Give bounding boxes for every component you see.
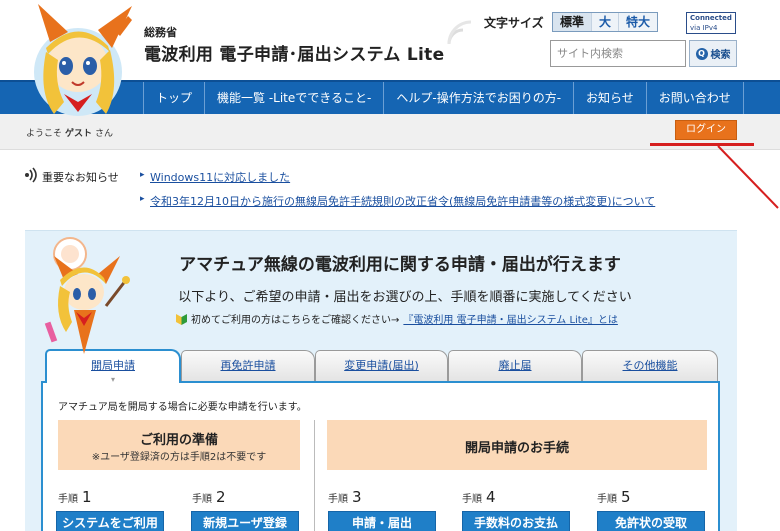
step-4-word: 手順	[462, 494, 482, 505]
beginner-guide-text: 初めてご利用の方はこちらをご確認ください→	[191, 315, 400, 326]
nav-item-top[interactable]: トップ	[143, 82, 204, 114]
radio-wave-icon	[447, 20, 472, 45]
ipv4-badge-line1: Connected	[690, 14, 732, 22]
welcome-suffix: さん	[95, 129, 114, 139]
step-2-label: 手順 2	[192, 488, 226, 506]
tab-relicense[interactable]: 再免許申請	[181, 350, 315, 381]
site-header: 総務省 電波利用 電子申請･届出システム Lite 文字サイズ 標準 大 特大 …	[0, 0, 780, 116]
step-5-number: 5	[621, 488, 631, 506]
section-divider	[314, 420, 315, 531]
beginner-mark-icon	[176, 314, 187, 325]
beginner-guide-row: 初めてご利用の方はこちらをご確認ください→ 『電波利用 電子申請・届出システム …	[176, 311, 618, 326]
nav-item-features[interactable]: 機能一覧 -Liteでできること-	[204, 82, 383, 114]
step-3-button[interactable]: 申請・届出	[328, 511, 436, 531]
preparation-title: ご利用の準備	[139, 433, 218, 448]
search-button[interactable]: Q 検索	[689, 40, 737, 67]
search-icon: Q	[695, 47, 708, 60]
tab-open-station[interactable]: 開局申請	[45, 349, 181, 383]
broadcast-icon	[25, 167, 37, 183]
step-4-number: 4	[486, 488, 496, 506]
notice-link-regulation[interactable]: 令和3年12月10日から施行の無線局免許手続規則の改正省令(無線局免許申請書等の…	[140, 193, 655, 209]
step-3-number: 3	[352, 488, 362, 506]
site-search-input[interactable]	[550, 40, 686, 67]
step-2-number: 2	[216, 488, 226, 506]
step-1-button[interactable]: システムをご利用	[56, 511, 164, 531]
notice-link-windows11[interactable]: Windows11に対応しました	[140, 169, 290, 185]
mascot-full-icon	[44, 237, 130, 354]
step-4-label: 手順 4	[462, 488, 496, 506]
step-2-button[interactable]: 新規ユーザ登録	[191, 511, 299, 531]
login-button[interactable]: ログイン	[675, 120, 737, 140]
tab-description: アマチュア局を開局する場合に必要な申請を行います。	[58, 402, 307, 413]
welcome-user-name: ゲスト	[65, 129, 93, 139]
step-5-label: 手順 5	[597, 488, 631, 506]
font-size-xlarge-button[interactable]: 特大	[619, 13, 658, 31]
tab-abolition[interactable]: 廃止届	[448, 350, 582, 381]
nav-item-news[interactable]: お知らせ	[573, 82, 646, 114]
ipv4-connection-badge: Connected via IPv4	[686, 12, 736, 34]
search-button-label: 検索	[710, 50, 731, 61]
nav-item-contact[interactable]: お問い合わせ	[645, 82, 744, 114]
step-1-label: 手順 1	[58, 488, 92, 506]
welcome-message: ようこそ ゲスト さん	[26, 126, 113, 139]
beginner-guide-link[interactable]: 『電波利用 電子申請・届出システム Lite』とは	[403, 311, 617, 326]
mascot-character-icon	[34, 4, 132, 116]
open-procedure-title: 開局申請のお手続	[464, 441, 569, 456]
font-size-selector: 標準 大 特大	[552, 12, 659, 32]
tab-change-application[interactable]: 変更申請(届出)	[315, 350, 448, 381]
open-procedure-section: 開局申請のお手続	[327, 420, 707, 470]
step-5-word: 手順	[597, 494, 617, 505]
step-5-button[interactable]: 免許状の受取	[597, 511, 705, 531]
step-1-word: 手順	[58, 494, 78, 505]
site-title[interactable]: 電波利用 電子申請･届出システム Lite	[144, 40, 444, 65]
important-notice-label: 重要なお知らせ	[42, 171, 119, 184]
preparation-note: ※ユーザ登録済の方は手順2は不要です	[91, 452, 267, 463]
nav-item-help[interactable]: ヘルプ-操作方法でお困りの方-	[383, 82, 573, 114]
step-3-label: 手順 3	[328, 488, 362, 506]
welcome-prefix: ようこそ	[26, 129, 63, 139]
preparation-section: ご利用の準備 ※ユーザ登録済の方は手順2は不要です	[58, 420, 300, 470]
tab-other-functions[interactable]: その他機能	[582, 350, 718, 381]
font-size-large-button[interactable]: 大	[592, 13, 620, 31]
annotation-arrow-icon	[717, 145, 779, 209]
step-1-number: 1	[82, 488, 92, 506]
font-size-label: 文字サイズ	[484, 16, 544, 30]
font-size-standard-button[interactable]: 標準	[553, 13, 593, 31]
step-4-button[interactable]: 手数料のお支払	[462, 511, 570, 531]
ipv4-badge-line2: via IPv4	[690, 24, 718, 32]
ministry-name: 総務省	[144, 26, 177, 39]
step-3-word: 手順	[328, 494, 348, 505]
step-2-word: 手順	[192, 494, 212, 505]
